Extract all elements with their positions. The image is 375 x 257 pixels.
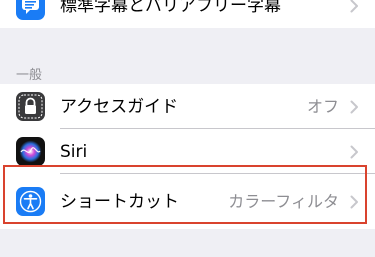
row-captions[interactable]: 標準字幕とバリアフリー字幕 [0,0,375,28]
chevron-right-icon [350,100,358,114]
row-guided-access-value: オフ [306,97,339,116]
row-siri-label: Siri [60,142,88,162]
row-guided-access[interactable]: アクセスガイド オフ [0,84,375,128]
chevron-right-icon [350,145,358,159]
row-guided-access-label: アクセスガイド [60,97,179,117]
highlight-box [3,165,367,224]
speech-bubble-icon [16,0,45,20]
section-header-general: 一般 [16,68,43,83]
lock-icon [16,92,45,121]
row-captions-label: 標準字幕とバリアフリー字幕 [60,0,281,16]
chevron-right-icon [350,0,358,13]
siri-icon [16,137,45,166]
top-settings-group: 標準字幕とバリアフリー字幕 [0,0,375,28]
